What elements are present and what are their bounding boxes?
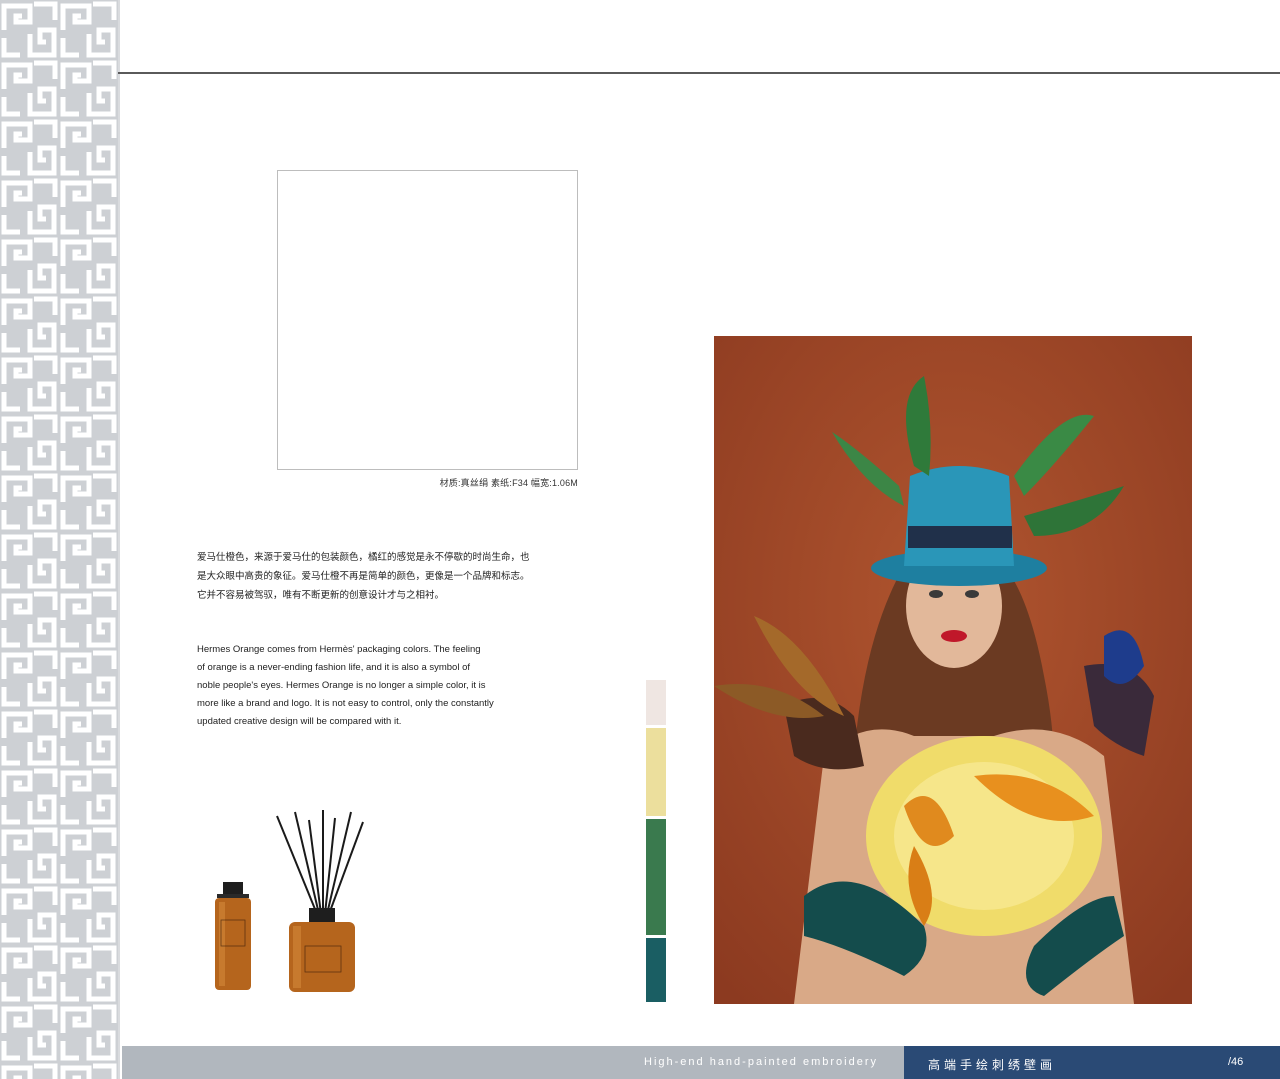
description-chinese: 爱马仕橙色，来源于爱马仕的包装颜色，橘红的感觉是永不停歇的时尚生命，也 是大众眼… [197,548,542,605]
header-rule [118,72,1280,74]
description-en-line: noble people's eyes. Hermes Orange is no… [197,680,486,691]
description-en-line: of orange is a never-ending fashion life… [197,662,471,673]
page-number: /46 [1228,1056,1244,1068]
palette-chip-green [646,819,666,935]
description-en-line: updated creative design will be compared… [197,716,402,727]
footer-english-title: High-end hand-painted embroidery [644,1056,878,1068]
description-cn-line: 爱马仕橙色，来源于爱马仕的包装颜色，橘红的感觉是永不停歇的时尚生命，也 [197,552,530,563]
description-english: Hermes Orange comes from Hermès' packagi… [197,641,537,731]
description-en-line: more like a brand and logo. It is not ea… [197,698,494,709]
fabric-swatch-frame [277,170,578,470]
product-photo-diffuser [205,810,385,995]
description-en-line: Hermes Orange comes from Hermès' packagi… [197,644,481,655]
footer-chinese-title: 高端手绘刺绣壁画 [928,1058,1057,1072]
footer-english-bar: High-end hand-painted embroidery [122,1046,904,1079]
footer-chinese-bar: 高端手绘刺绣壁画 /46 [904,1046,1280,1079]
palette-chip-blush [646,680,666,725]
palette-chip-teal [646,938,666,1002]
description-cn-line: 是大众眼中高贵的象征。爱马仕橙不再是简单的颜色，更像是一个品牌和标志。 [197,571,530,582]
swatch-caption: 材质:真丝绢 素纸:F34 幅宽:1.06M [439,478,578,488]
border-divider [118,0,120,1079]
description-cn-line: 它并不容易被驾驭，唯有不断更新的创意设计才与之相衬。 [197,590,445,601]
fashion-photo [714,336,1192,1004]
decorative-fret-border [0,0,118,1079]
palette-chip-pale-yellow [646,728,666,816]
color-palette [646,680,666,1005]
